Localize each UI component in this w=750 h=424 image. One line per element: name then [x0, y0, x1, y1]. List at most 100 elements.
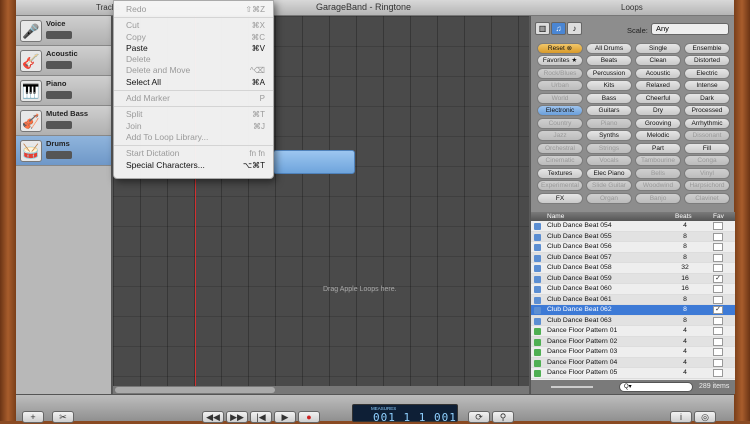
keyword-textures[interactable]: Textures — [537, 167, 583, 179]
keyword-elec-piano[interactable]: Elec Piano — [586, 167, 632, 179]
keyword-distorted[interactable]: Distorted — [684, 55, 730, 67]
column-name[interactable]: Name — [547, 213, 564, 220]
column-beats[interactable]: Beats — [675, 213, 692, 220]
keyword-part[interactable]: Part — [635, 142, 681, 154]
loop-row[interactable]: Club Dance Beat 058 32 — [531, 263, 735, 274]
tuner-icon[interactable]: ⚲ — [492, 411, 514, 423]
loop-row[interactable]: Club Dance Beat 062 8 ✓ — [531, 305, 735, 316]
horizontal-scrollbar[interactable] — [113, 386, 529, 394]
keyword-bells: Bells — [635, 167, 681, 179]
track-name: Drums — [46, 139, 70, 148]
loop-row[interactable]: Dance Floor Pattern 01 4 — [531, 326, 735, 337]
loop-row[interactable]: Club Dance Beat 056 8 — [531, 242, 735, 253]
keyword-processed[interactable]: Processed — [684, 105, 730, 117]
favorite-checkbox[interactable] — [713, 253, 723, 262]
keyword-dark[interactable]: Dark — [684, 92, 730, 104]
keyword-guitars[interactable]: Guitars — [586, 105, 632, 117]
keyword-bass[interactable]: Bass — [586, 92, 632, 104]
track-controls[interactable] — [46, 61, 72, 69]
track-piano[interactable]: 🎹 Piano — [16, 76, 111, 106]
go-to-beginning-icon[interactable]: |◀ — [250, 411, 272, 423]
loop-browser-icon[interactable]: ◎ — [694, 411, 716, 423]
preview-volume-slider[interactable] — [551, 386, 593, 388]
favorite-checkbox[interactable]: ✓ — [713, 306, 723, 314]
favorite-checkbox[interactable] — [713, 222, 723, 230]
loop-row[interactable]: Dance Floor Pattern 02 4 — [531, 336, 735, 347]
play-icon[interactable]: ▶ — [274, 411, 296, 423]
loop-row[interactable]: Club Dance Beat 061 8 — [531, 294, 735, 305]
fast-forward-icon[interactable]: ▶▶ — [226, 411, 248, 423]
favorite-checkbox[interactable] — [713, 295, 723, 304]
button-view-icon[interactable]: ♫ — [551, 22, 566, 35]
loop-row[interactable]: Club Dance Beat 063 8 — [531, 315, 735, 326]
track-name: Piano — [46, 79, 67, 88]
keyword-clean[interactable]: Clean — [635, 55, 681, 67]
record-icon[interactable]: ● — [298, 411, 320, 423]
keyword-cheerful[interactable]: Cheerful — [635, 92, 681, 104]
cycle-icon[interactable]: ⟳ — [468, 411, 490, 423]
time-display[interactable]: MEASURES 001 1 1 001 — [352, 404, 458, 424]
keyword-dry[interactable]: Dry — [635, 105, 681, 117]
loop-row[interactable]: Club Dance Beat 057 8 — [531, 252, 735, 263]
favorite-checkbox[interactable] — [713, 264, 723, 272]
menu-item-select-all[interactable]: Select All ⌘A — [114, 77, 273, 88]
track-controls[interactable] — [46, 31, 72, 39]
column-fav[interactable]: Fav — [713, 213, 724, 220]
loop-row[interactable]: Dance Floor Pattern 03 4 — [531, 347, 735, 358]
keyword-melodic[interactable]: Melodic — [635, 130, 681, 142]
track-voice[interactable]: 🎤 Voice — [16, 16, 111, 46]
favorite-checkbox[interactable] — [713, 369, 723, 377]
track-muted-bass[interactable]: 🎻 Muted Bass — [16, 106, 111, 136]
keyword-grooving[interactable]: Grooving — [635, 117, 681, 129]
keyword-reset[interactable]: Reset ⊗ — [537, 43, 583, 54]
favorite-checkbox[interactable] — [713, 232, 723, 241]
favorite-checkbox[interactable] — [713, 348, 723, 356]
keyword-acoustic[interactable]: Acoustic — [635, 67, 681, 79]
keyword-intense[interactable]: Intense — [684, 80, 730, 92]
loop-row[interactable]: Club Dance Beat 055 8 — [531, 231, 735, 242]
keyword-kits[interactable]: Kits — [586, 80, 632, 92]
favorite-checkbox[interactable] — [713, 327, 723, 335]
add-track-icon[interactable]: + — [22, 411, 44, 423]
keyword-synths[interactable]: Synths — [586, 130, 632, 142]
scroll-thumb[interactable] — [115, 387, 275, 393]
loop-row[interactable]: Dance Floor Pattern 04 4 — [531, 357, 735, 368]
column-view-icon[interactable]: ▥ — [535, 22, 550, 35]
keyword-beats[interactable]: Beats — [586, 55, 632, 67]
keyword-favorites[interactable]: Favorites ★ — [537, 55, 583, 67]
loop-row[interactable]: Club Dance Beat 059 16 ✓ — [531, 273, 735, 284]
keyword-all-drums[interactable]: All Drums — [586, 43, 632, 54]
favorite-checkbox[interactable] — [713, 285, 723, 293]
favorite-checkbox[interactable]: ✓ — [713, 274, 723, 283]
keyword-percussion[interactable]: Percussion — [586, 67, 632, 79]
podcast-view-icon[interactable]: ♪ — [567, 22, 582, 35]
keyword-arrhythmic[interactable]: Arrhythmic — [684, 117, 730, 129]
track-controls[interactable] — [46, 151, 72, 159]
favorite-checkbox[interactable] — [713, 358, 723, 367]
rewind-icon[interactable]: ◀◀ — [202, 411, 224, 423]
info-icon[interactable]: i — [670, 411, 692, 423]
keyword-electronic[interactable]: Electronic — [537, 105, 583, 117]
track-acoustic[interactable]: 🎸 Acoustic — [16, 46, 111, 76]
loop-search-input[interactable]: Q▾ — [619, 382, 693, 392]
keyword-fx[interactable]: FX — [537, 192, 583, 204]
track-controls[interactable] — [46, 91, 72, 99]
scale-select[interactable]: Any — [651, 23, 729, 35]
favorite-checkbox[interactable] — [713, 337, 723, 346]
menu-item-special-characters[interactable]: Special Characters... ⌥⌘T — [114, 160, 273, 171]
favorite-checkbox[interactable] — [713, 243, 723, 251]
keyword-single[interactable]: Single — [635, 43, 681, 54]
drum-region[interactable] — [273, 150, 355, 174]
track-drums[interactable]: 🥁 Drums — [16, 136, 111, 166]
keyword-ensemble[interactable]: Ensemble — [684, 43, 730, 54]
loop-row[interactable]: Club Dance Beat 054 4 — [531, 221, 735, 232]
loop-row[interactable]: Club Dance Beat 060 16 — [531, 284, 735, 295]
editor-icon[interactable]: ✂ — [52, 411, 74, 423]
keyword-relaxed[interactable]: Relaxed — [635, 80, 681, 92]
loop-row[interactable]: Dance Floor Pattern 05 4 — [531, 368, 735, 379]
keyword-electric[interactable]: Electric — [684, 67, 730, 79]
menu-item-paste[interactable]: Paste ⌘V — [114, 43, 273, 54]
keyword-fill[interactable]: Fill — [684, 142, 730, 154]
track-controls[interactable] — [46, 121, 72, 129]
favorite-checkbox[interactable] — [713, 316, 723, 325]
